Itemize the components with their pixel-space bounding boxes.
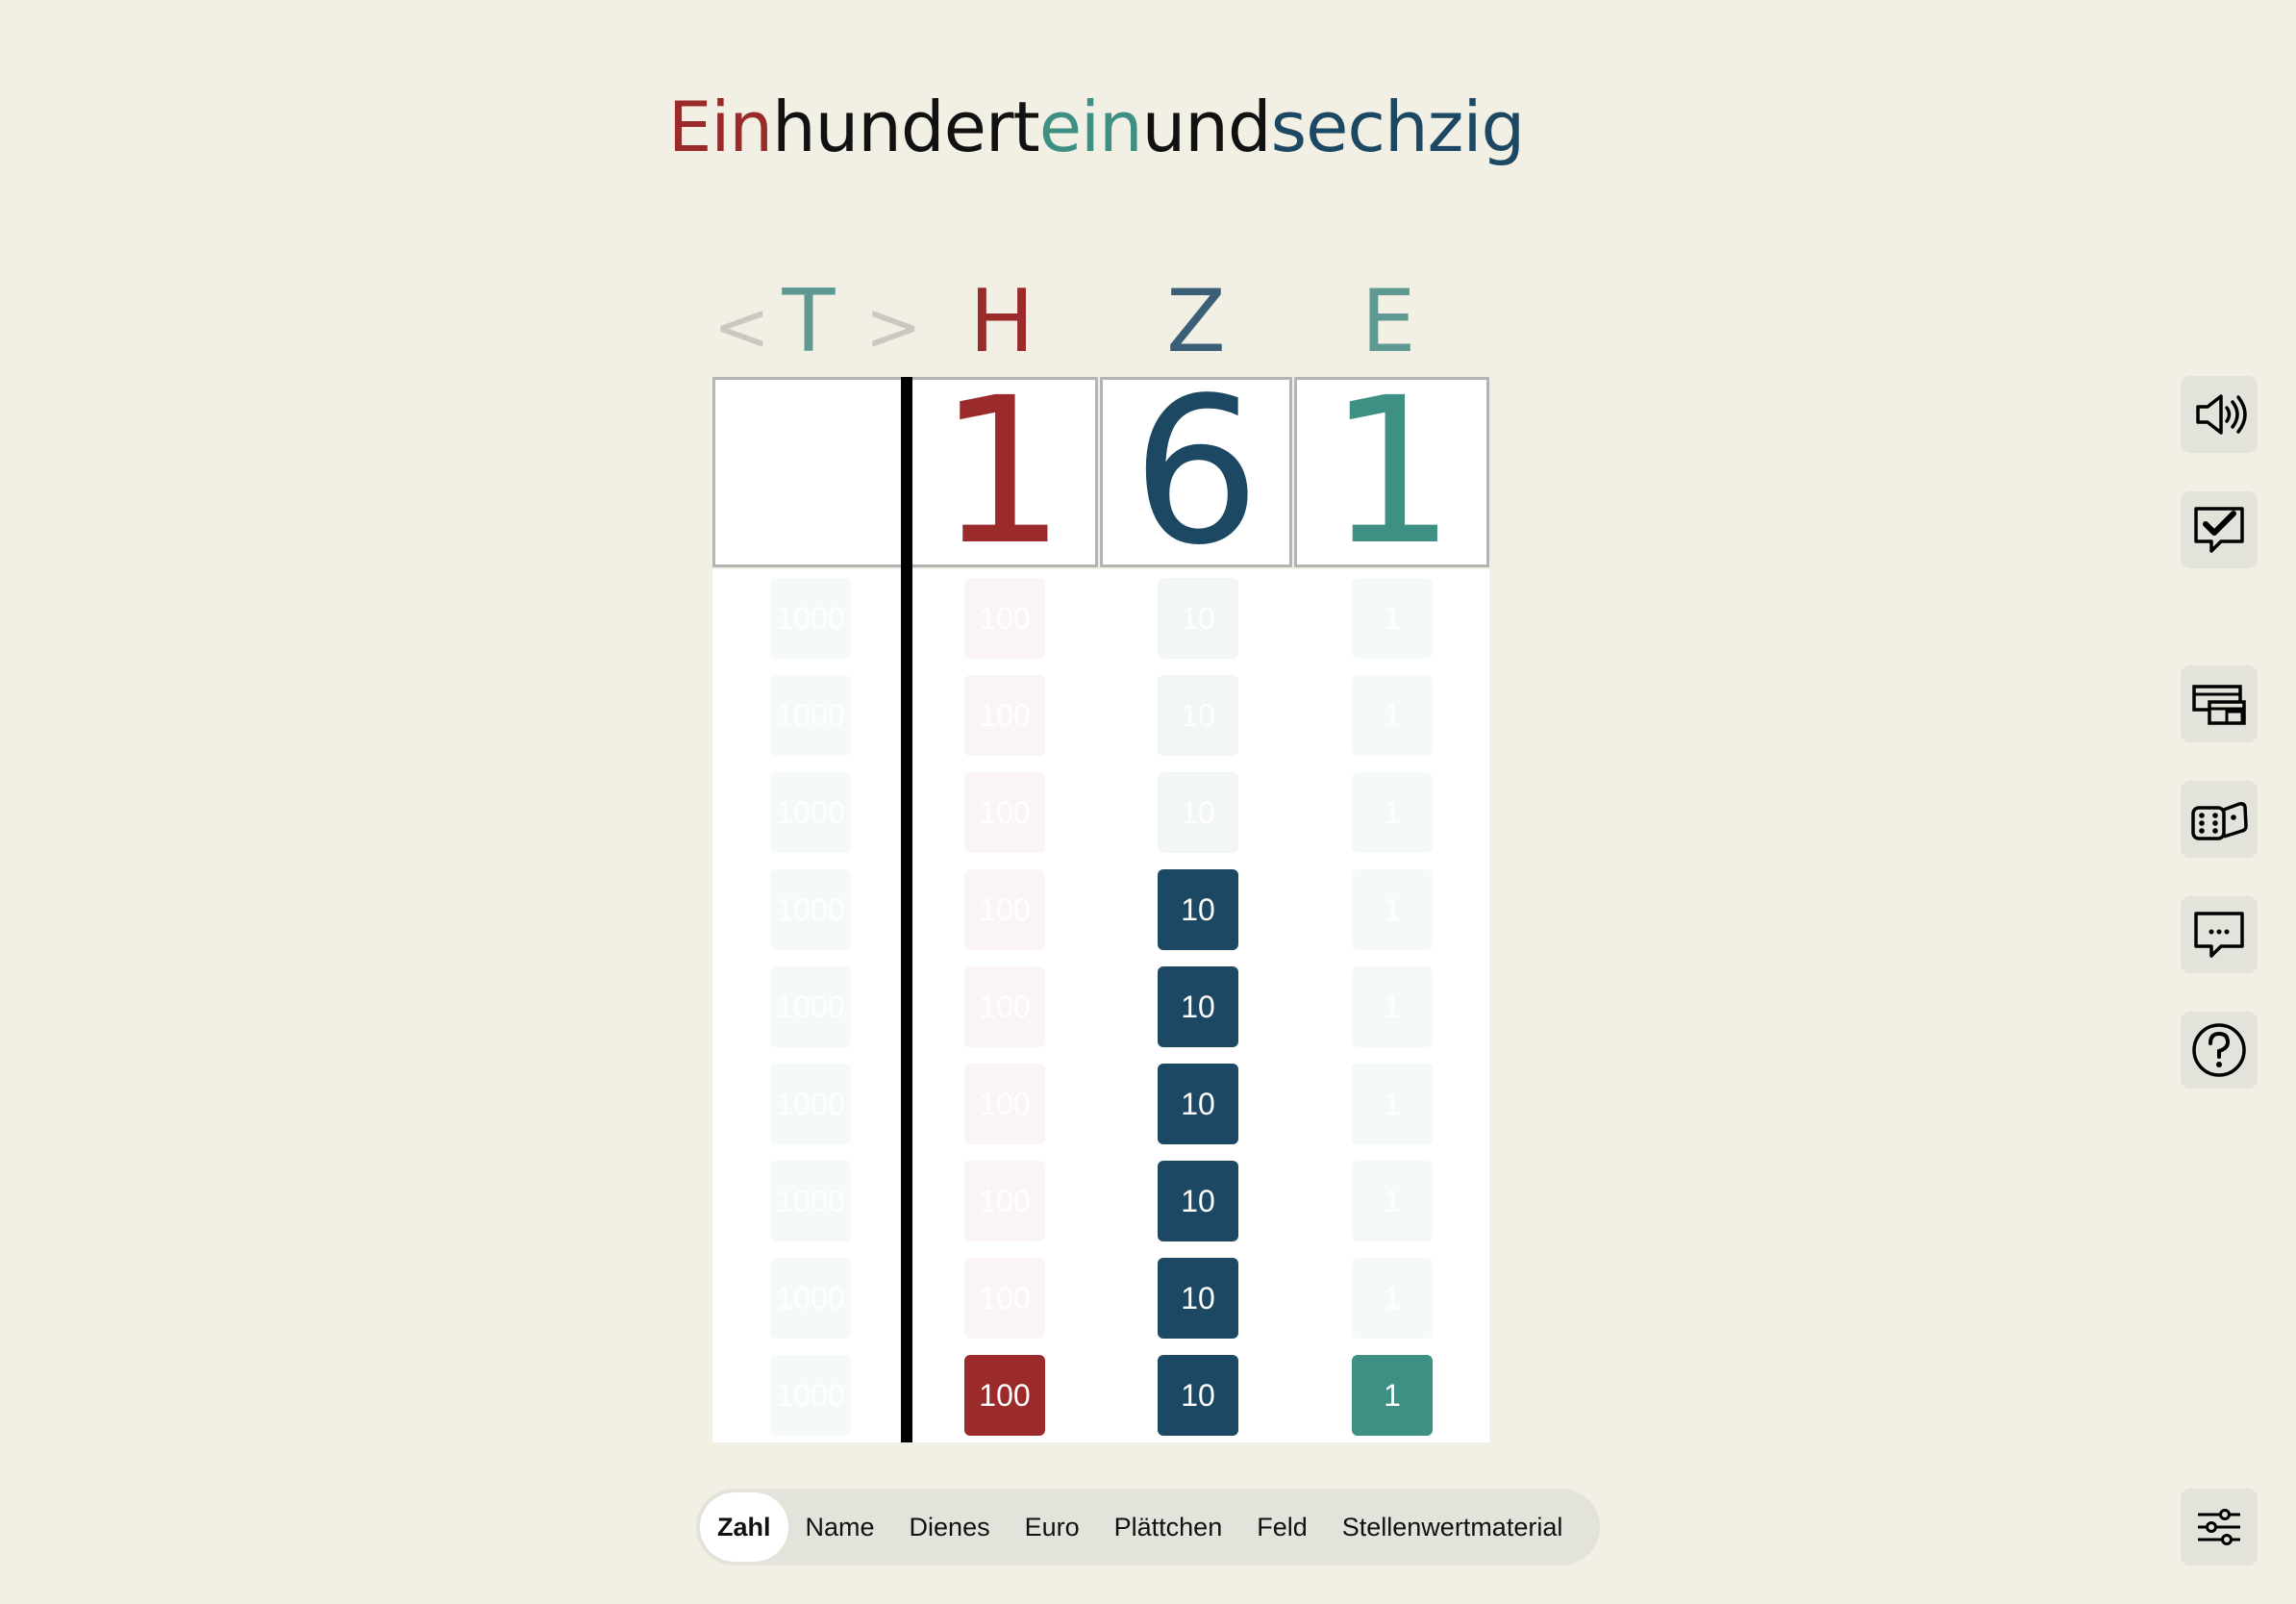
tile-z-4[interactable]: 10 [1158, 869, 1238, 950]
tile-e-4[interactable]: 1 [1352, 869, 1433, 950]
tile-e-8[interactable]: 1 [1352, 1258, 1433, 1339]
digit-box-hundreds[interactable]: 1 [906, 371, 1098, 573]
digit-box-ones[interactable]: 1 [1294, 371, 1489, 573]
tile-h-7[interactable]: 100 [964, 1161, 1045, 1241]
tab-zahl[interactable]: Zahl [700, 1492, 788, 1562]
tab-stellenwertmaterial[interactable]: Stellenwertmaterial [1325, 1492, 1581, 1562]
dice-button[interactable] [2181, 781, 2258, 858]
digit-box-thousands[interactable] [712, 377, 904, 567]
tile-h-4[interactable]: 100 [964, 869, 1045, 950]
tile-e-6[interactable]: 1 [1352, 1064, 1433, 1144]
tile-e-5[interactable]: 1 [1352, 966, 1433, 1047]
tile-e-3[interactable]: 1 [1352, 772, 1433, 853]
tile-e-7[interactable]: 1 [1352, 1161, 1433, 1241]
tab-plaettchen[interactable]: Plättchen [1097, 1492, 1240, 1562]
tile-t-6[interactable]: 1000 [770, 1064, 851, 1144]
tab-dienes[interactable]: Dienes [892, 1492, 1008, 1562]
tile-h-6[interactable]: 100 [964, 1064, 1045, 1144]
dice-icon [2191, 802, 2248, 840]
tile-t-2[interactable]: 1000 [770, 675, 851, 756]
number-word-title: Einhunderteinundsechzig [0, 87, 2192, 167]
speech-bubble-button[interactable] [2181, 896, 2258, 973]
tile-z-6[interactable]: 10 [1158, 1064, 1238, 1144]
sliders-icon [2198, 1509, 2240, 1545]
window-layout-button[interactable] [2181, 665, 2258, 742]
representation-tab-bar: Zahl Name Dienes Euro Plättchen Feld Ste… [696, 1489, 1600, 1566]
tile-z-3[interactable]: 10 [1158, 772, 1238, 853]
tile-e-2[interactable]: 1 [1352, 675, 1433, 756]
tile-e-9[interactable]: 1 [1352, 1355, 1433, 1436]
tile-t-5[interactable]: 1000 [770, 966, 851, 1047]
tile-t-1[interactable]: 1000 [770, 578, 851, 659]
tile-h-8[interactable]: 100 [964, 1258, 1045, 1339]
tile-t-4[interactable]: 1000 [770, 869, 851, 950]
tab-name[interactable]: Name [788, 1492, 892, 1562]
title-part-hundert: hundert [771, 87, 1040, 167]
title-part-sechzig: sechzig [1270, 87, 1526, 167]
speaker-icon [2196, 394, 2247, 435]
tab-euro[interactable]: Euro [1008, 1492, 1097, 1562]
tile-h-1[interactable]: 100 [964, 578, 1045, 659]
tile-z-1[interactable]: 10 [1158, 578, 1238, 659]
tile-h-3[interactable]: 100 [964, 772, 1045, 853]
tile-h-5[interactable]: 100 [964, 966, 1045, 1047]
speech-bubble-icon [2194, 912, 2244, 958]
tile-t-8[interactable]: 1000 [770, 1258, 851, 1339]
speaker-button[interactable] [2181, 376, 2258, 453]
tile-t-7[interactable]: 1000 [770, 1161, 851, 1241]
tile-z-9[interactable]: 10 [1158, 1355, 1238, 1436]
tile-h-9[interactable]: 100 [964, 1355, 1045, 1436]
tab-feld[interactable]: Feld [1239, 1492, 1325, 1562]
check-button[interactable] [2181, 491, 2258, 568]
tile-z-8[interactable]: 10 [1158, 1258, 1238, 1339]
tile-z-7[interactable]: 10 [1158, 1161, 1238, 1241]
title-part-ein: Ein [667, 87, 773, 167]
digit-box-tens[interactable]: 6 [1100, 371, 1292, 573]
tile-e-1[interactable]: 1 [1352, 578, 1433, 659]
help-icon [2192, 1023, 2246, 1077]
help-button[interactable] [2181, 1012, 2258, 1089]
tile-t-3[interactable]: 1000 [770, 772, 851, 853]
window-layout-icon [2192, 685, 2246, 725]
title-part-und: und [1141, 87, 1272, 167]
tile-h-2[interactable]: 100 [964, 675, 1045, 756]
tile-t-9[interactable]: 1000 [770, 1355, 851, 1436]
title-part-ein2: ein [1038, 87, 1143, 167]
settings-button[interactable] [2181, 1489, 2258, 1566]
decimal-separator-line [901, 377, 912, 1442]
tile-z-2[interactable]: 10 [1158, 675, 1238, 756]
check-speech-icon [2194, 507, 2244, 553]
tile-z-5[interactable]: 10 [1158, 966, 1238, 1047]
